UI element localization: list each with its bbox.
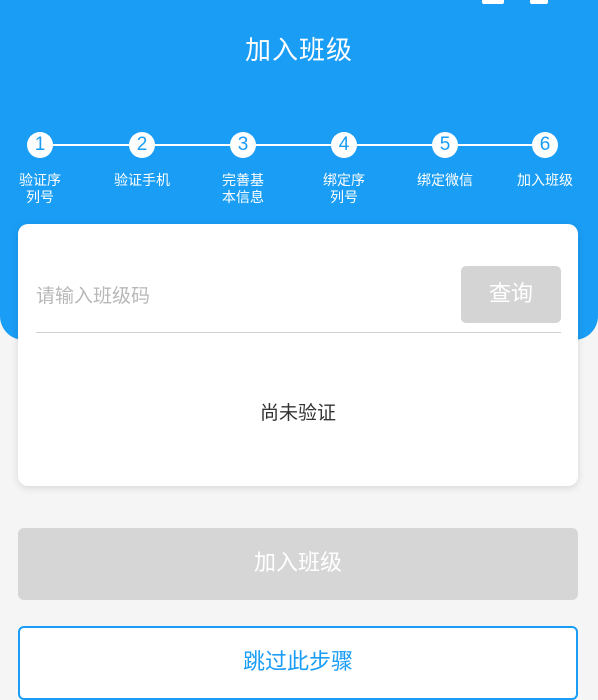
step-label: 验证序 列号: [19, 173, 61, 206]
input-underline: [36, 332, 561, 333]
step-label: 完善基 本信息: [222, 173, 264, 206]
step-number: 5: [432, 132, 458, 158]
step-number: 3: [230, 132, 256, 158]
status-bar-icons: [482, 0, 552, 6]
step-4: 4 绑定序 列号: [299, 132, 389, 207]
join-class-button[interactable]: 加入班级: [18, 528, 578, 600]
step-label: 加入班级: [517, 173, 573, 189]
query-button[interactable]: 查询: [461, 266, 561, 323]
page-title: 加入班级: [244, 36, 353, 66]
step-label: 验证手机: [114, 173, 170, 189]
step-1: 1 验证序 列号: [0, 132, 85, 207]
step-label: 绑定微信: [417, 173, 473, 189]
class-code-input[interactable]: [36, 276, 436, 316]
step-number: 1: [27, 132, 53, 158]
step-3: 3 完善基 本信息: [198, 132, 288, 207]
step-label: 绑定序 列号: [323, 173, 365, 206]
step-6: 6 加入班级: [500, 132, 590, 190]
step-number: 2: [129, 132, 155, 158]
step-number: 6: [532, 132, 558, 158]
skip-step-button[interactable]: 跳过此步骤: [18, 626, 578, 700]
class-code-card: 查询 尚未验证: [18, 224, 578, 486]
step-2: 2 验证手机: [97, 132, 187, 190]
step-5: 5 绑定微信: [400, 132, 490, 190]
verification-status: 尚未验证: [259, 402, 336, 424]
step-number: 4: [331, 132, 357, 158]
